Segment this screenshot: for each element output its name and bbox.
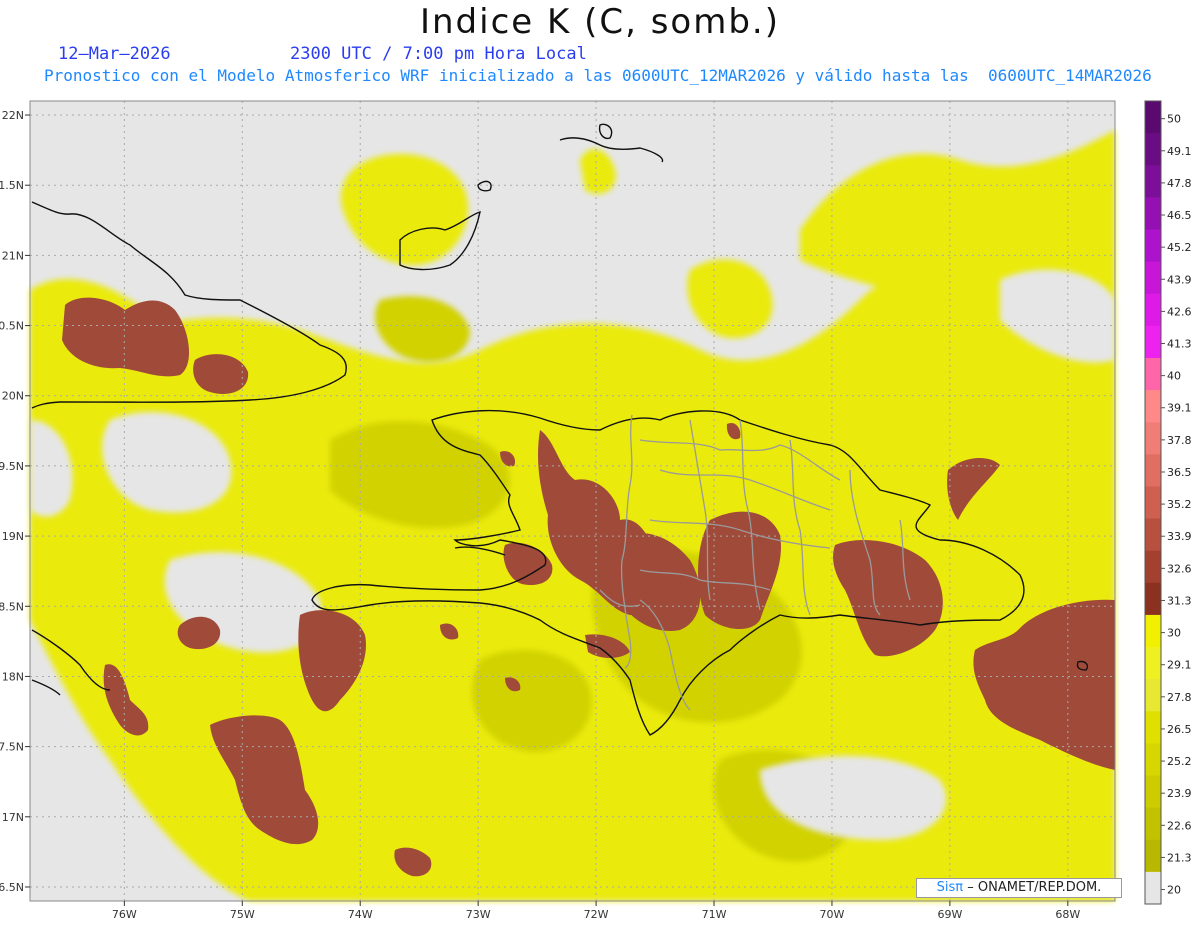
lon-tick-label: 73W (466, 908, 491, 921)
legend-label: 47.8 (1167, 177, 1192, 190)
lat-tick-label: 9.5N (0, 460, 24, 473)
legend-swatch (1145, 582, 1161, 616)
legend-label: 26.5 (1167, 723, 1192, 736)
legend-label: 20 (1167, 884, 1181, 897)
legend-label: 43.9 (1167, 273, 1192, 286)
latitude-axis: 22N 1.5N 21N 0.5N 20N 9.5N 19N 8.5N 18N 7.5N 17N 6.… (0, 109, 30, 894)
map-area: 22N 1.5N 21N 0.5N 20N 9.5N 19N 8.5N 18N 7.5N 17N 6.… (0, 95, 1200, 927)
legend-swatch (1145, 197, 1161, 230)
legend-swatch (1145, 647, 1161, 680)
weather-map: 22N 1.5N 21N 0.5N 20N 9.5N 19N 8.5N 18N 7.5N 17N 6.… (0, 100, 1192, 921)
legend-swatch (1145, 133, 1161, 166)
legend-label: 41.3 (1167, 338, 1192, 351)
legend-swatch (1145, 679, 1161, 712)
time-label: 2300 UTC / 7:00 pm Hora Local (290, 44, 587, 64)
legend-swatch (1145, 550, 1161, 584)
legend-swatch (1145, 614, 1161, 648)
legend-swatch (1145, 486, 1161, 520)
lat-tick-label: 17N (2, 811, 24, 824)
lat-tick-label: 19N (2, 530, 24, 543)
lat-tick-label: 22N (2, 109, 24, 122)
legend-swatch (1145, 293, 1161, 327)
credit-box: Sisπ – ONAMET/REP.DOM. (916, 878, 1122, 898)
legend-label: 39.1 (1167, 402, 1192, 415)
legend-swatch (1145, 165, 1161, 198)
legend-swatch (1145, 325, 1161, 359)
forecast-description: Pronostico con el Modelo Atmosferico WRF… (44, 66, 1152, 85)
lon-tick-label: 69W (937, 908, 962, 921)
legend-label: 50 (1167, 113, 1181, 126)
legend-swatch (1145, 743, 1161, 777)
legend-label: 23.9 (1167, 787, 1192, 800)
lat-tick-label: 18N (2, 670, 24, 683)
legend-label: 25.2 (1167, 755, 1192, 768)
legend-label: 42.6 (1167, 305, 1192, 318)
legend-swatch (1145, 422, 1161, 455)
lon-tick-label: 74W (348, 908, 373, 921)
legend-swatch (1145, 229, 1161, 263)
map-title: Indice K (C, somb.) (419, 2, 781, 42)
legend-swatch (1145, 839, 1161, 873)
legend-swatch (1145, 101, 1161, 134)
legend-label: 29.1 (1167, 659, 1192, 672)
legend-swatch (1145, 357, 1161, 391)
lon-tick-label: 75W (230, 908, 255, 921)
lat-tick-label: 8.5N (0, 600, 24, 613)
credit-brand: Sisπ (936, 880, 964, 895)
legend-label: 30 (1167, 627, 1181, 640)
lat-tick-label: 1.5N (0, 179, 24, 192)
legend-swatch (1145, 454, 1161, 487)
legend-label: 35.2 (1167, 498, 1192, 511)
legend-label: 27.8 (1167, 691, 1192, 704)
legend-label: 32.6 (1167, 562, 1192, 575)
lat-tick-label: 21N (2, 249, 24, 262)
lat-tick-label: 7.5N (0, 741, 24, 754)
legend-swatch (1145, 390, 1161, 423)
legend-label: 21.3 (1167, 851, 1192, 864)
lat-tick-label: 0.5N (0, 320, 24, 333)
legend-swatch (1145, 775, 1161, 809)
legend-swatch (1145, 518, 1161, 552)
lon-tick-label: 68W (1055, 908, 1080, 921)
legend-swatch (1145, 807, 1161, 841)
legend-label: 33.9 (1167, 530, 1192, 543)
longitude-axis: 76W 75W 74W 73W 72W 71W 70W 69W 68W (112, 901, 1080, 921)
legend-label: 46.5 (1167, 209, 1192, 222)
lon-tick-label: 76W (112, 908, 137, 921)
lat-tick-label: 6.5N (0, 881, 24, 894)
legend-label: 40 (1167, 370, 1181, 383)
lon-tick-label: 72W (584, 908, 609, 921)
legend-swatch (1145, 261, 1161, 295)
legend-label: 45.2 (1167, 241, 1192, 254)
color-legend: 50 49.1 47.8 46.5 45.2 43.9 42.6 41.3 40 39.1 37.8… (1144, 100, 1192, 905)
lon-tick-label: 71W (702, 908, 727, 921)
legend-label: 37.8 (1167, 434, 1192, 447)
date-label: 12–Mar–2026 (58, 44, 171, 64)
legend-label: 22.6 (1167, 819, 1192, 832)
legend-label: 36.5 (1167, 466, 1192, 479)
legend-swatch (1145, 871, 1161, 905)
legend-swatch (1145, 711, 1161, 744)
legend-label: 31.3 (1167, 594, 1192, 607)
credit-text: – ONAMET/REP.DOM. (967, 880, 1102, 895)
lat-tick-label: 20N (2, 390, 24, 403)
legend-label: 49.1 (1167, 145, 1192, 158)
lon-tick-label: 70W (820, 908, 845, 921)
